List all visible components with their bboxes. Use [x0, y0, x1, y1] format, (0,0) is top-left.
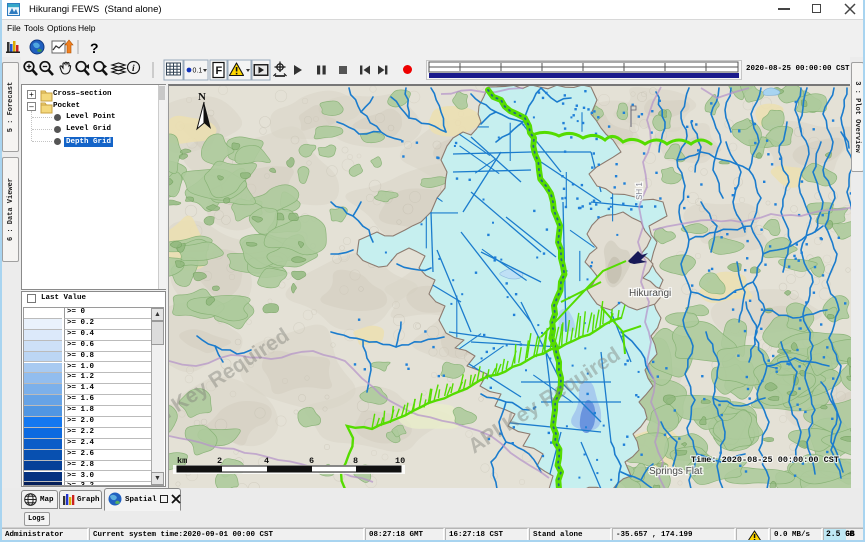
svg-text:6: 6	[309, 456, 314, 466]
svg-text:Hikurangi: Hikurangi	[629, 288, 671, 299]
svg-text:0.1: 0.1	[193, 68, 203, 75]
svg-text:km: km	[177, 456, 187, 466]
svg-text:N: N	[198, 91, 206, 103]
svg-text:Springs Flat: Springs Flat	[649, 466, 703, 477]
svg-text:SH 1: SH 1	[635, 182, 644, 200]
svg-text:Time: 2020-08-25 00:00:00 CST: Time: 2020-08-25 00:00:00 CST	[691, 455, 839, 465]
svg-text:10: 10	[395, 456, 405, 466]
svg-text:8: 8	[353, 456, 358, 466]
svg-text:i: i	[132, 64, 135, 74]
svg-text:F: F	[216, 65, 223, 77]
svg-text:?: ?	[90, 40, 99, 55]
svg-text:2: 2	[217, 456, 222, 466]
svg-text:4: 4	[264, 456, 269, 466]
